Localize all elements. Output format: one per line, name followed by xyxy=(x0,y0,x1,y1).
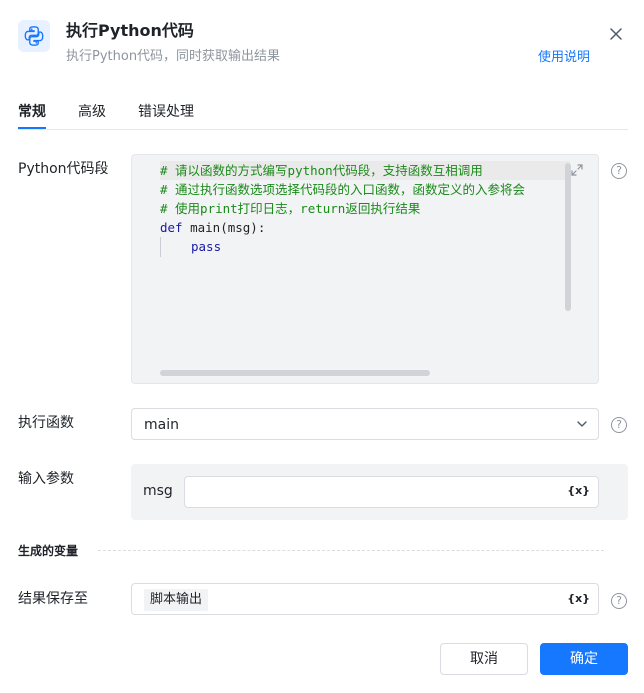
variable-insert-icon[interactable]: {x} xyxy=(567,591,590,607)
indent-guide xyxy=(160,237,161,257)
cancel-button[interactable]: 取消 xyxy=(440,643,528,675)
code-line-3: # 使用print打印日志，return返回执行结果 xyxy=(160,201,421,216)
code-editor[interactable]: # 请以函数的方式编写python代码段，支持函数互相调用 # 通过执行函数选项… xyxy=(131,154,599,384)
code-help-icon[interactable]: ? xyxy=(611,163,627,179)
tab-advanced[interactable]: 高级 xyxy=(78,102,106,122)
help-link[interactable]: 使用说明 xyxy=(538,49,590,67)
result-label: 结果保存至 xyxy=(18,591,88,607)
result-variable-chip[interactable]: 脚本输出 xyxy=(144,589,209,611)
generated-variables-title: 生成的变量 xyxy=(18,544,79,558)
code-line-5: pass xyxy=(191,239,222,254)
horizontal-scrollbar[interactable] xyxy=(160,370,430,376)
result-help-icon[interactable]: ? xyxy=(611,593,627,609)
function-signature: main(msg): xyxy=(182,220,266,235)
variable-insert-icon[interactable]: {x} xyxy=(567,483,590,499)
code-line-1: # 请以函数的方式编写python代码段，支持函数互相调用 xyxy=(160,163,483,178)
function-select-value: main xyxy=(144,417,179,433)
tab-error-handling[interactable]: 错误处理 xyxy=(138,102,194,122)
close-button[interactable] xyxy=(604,22,628,46)
active-tab-indicator xyxy=(18,127,46,129)
expand-icon[interactable] xyxy=(570,163,586,179)
dialog-title: 执行Python代码 xyxy=(66,21,194,40)
close-icon xyxy=(610,28,622,40)
dialog-subtitle: 执行Python代码，同时获取输出结果 xyxy=(66,49,281,64)
param-name: msg xyxy=(143,483,173,499)
section-divider xyxy=(98,550,604,551)
params-panel: msg {x} xyxy=(131,464,628,520)
tab-general[interactable]: 常规 xyxy=(18,102,46,122)
python-icon xyxy=(18,20,50,52)
params-label: 输入参数 xyxy=(18,471,74,487)
function-help-icon[interactable]: ? xyxy=(611,417,627,433)
vertical-scrollbar[interactable] xyxy=(565,163,571,311)
tab-bar: 常规 高级 错误处理 xyxy=(18,102,628,130)
param-msg-input[interactable] xyxy=(184,476,599,508)
keyword-def: def xyxy=(160,220,183,235)
function-select[interactable]: main xyxy=(131,408,599,440)
code-line-4: def main(msg): xyxy=(160,218,265,237)
code-line-2: # 通过执行函数选项选择代码段的入口函数，函数定义的入参将会 xyxy=(160,182,526,197)
chevron-down-icon xyxy=(577,421,587,427)
function-label: 执行函数 xyxy=(18,415,74,431)
code-label: Python代码段 xyxy=(18,161,109,177)
result-variable-field[interactable]: 脚本输出 {x} xyxy=(131,583,599,615)
confirm-button[interactable]: 确定 xyxy=(540,643,628,675)
